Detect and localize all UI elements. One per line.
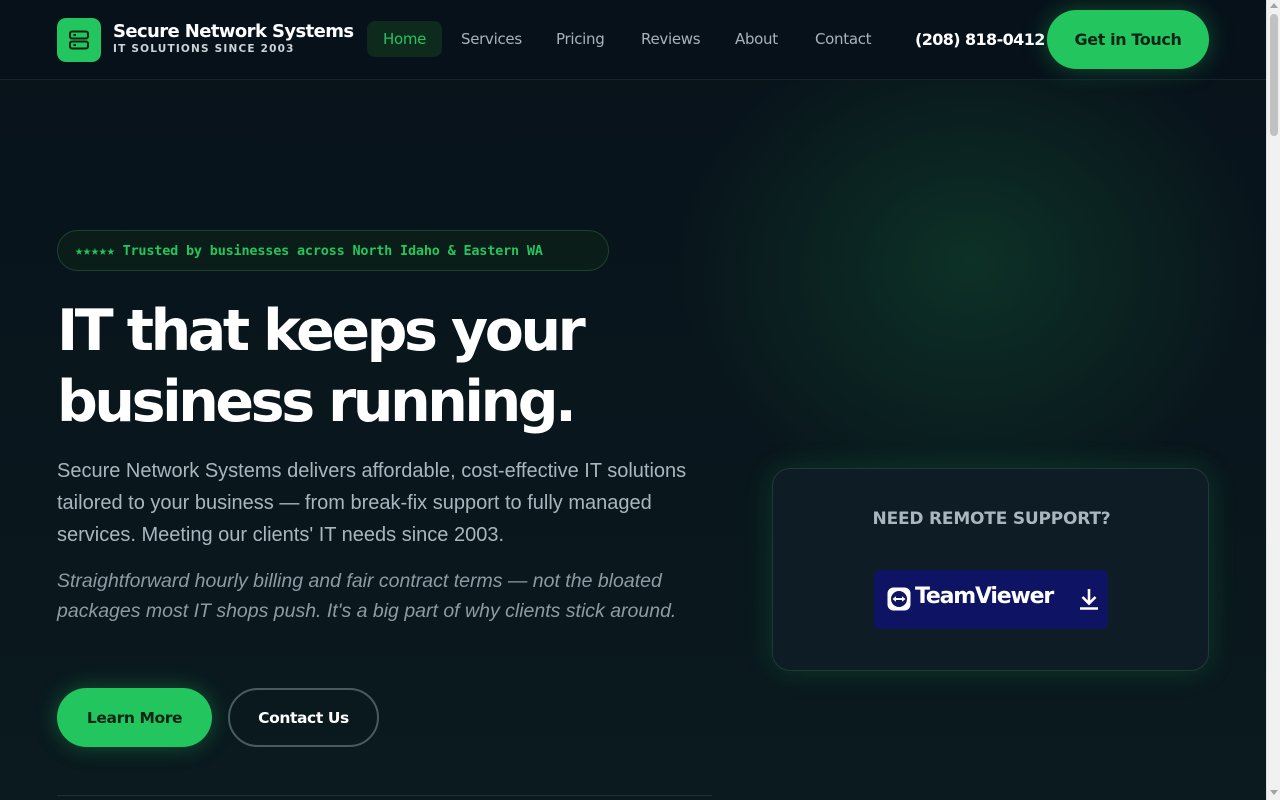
brand-name[interactable]: Secure Network Systems	[113, 21, 354, 42]
page-scrollbar[interactable]	[1266, 0, 1280, 800]
site-header: Secure Network Systems IT SOLUTIONS SINC…	[0, 0, 1266, 80]
nav-pricing[interactable]: Pricing	[556, 21, 605, 57]
nav-reviews[interactable]: Reviews	[641, 21, 701, 57]
get-in-touch-button[interactable]: Get in Touch	[1047, 10, 1209, 69]
learn-more-button[interactable]: Learn More	[57, 688, 212, 747]
server-icon	[69, 30, 89, 50]
teamviewer-icon	[887, 587, 911, 611]
teamviewer-download-button[interactable]: TeamViewer	[874, 570, 1108, 629]
page: Secure Network Systems IT SOLUTIONS SINC…	[0, 0, 1266, 800]
divider	[57, 795, 712, 796]
nav-services[interactable]: Services	[461, 21, 522, 57]
remote-support-card: NEED REMOTE SUPPORT? TeamViewer	[772, 468, 1209, 671]
logo[interactable]	[57, 18, 101, 62]
contact-us-button[interactable]: Contact Us	[228, 688, 379, 747]
nav-home[interactable]: Home	[367, 21, 443, 57]
phone-link[interactable]: (208) 818-0412	[915, 30, 1045, 49]
scroll-down-icon[interactable]	[1270, 790, 1278, 795]
hero-title: IT that keeps your business running.	[57, 296, 697, 438]
download-icon	[1080, 589, 1098, 610]
scrollbar-thumb[interactable]	[1270, 14, 1278, 136]
teamviewer-label: TeamViewer	[915, 584, 1054, 609]
hero-title-line-2: business running.	[57, 369, 577, 435]
remote-support-title: NEED REMOTE SUPPORT?	[872, 509, 1111, 529]
nav-about[interactable]: About	[735, 21, 778, 57]
hero-note: Straightforward hourly billing and fair …	[57, 570, 677, 622]
trust-badge: ★★★★★ Trusted by businesses across North…	[57, 230, 609, 271]
scroll-up-icon[interactable]	[1270, 3, 1278, 8]
hero-title-line-1: IT that keeps your	[57, 298, 586, 364]
brand-tagline: IT SOLUTIONS SINCE 2003	[113, 43, 295, 55]
hero-description: Secure Network Systems delivers affordab…	[57, 460, 687, 546]
nav-contact[interactable]: Contact	[815, 21, 872, 57]
